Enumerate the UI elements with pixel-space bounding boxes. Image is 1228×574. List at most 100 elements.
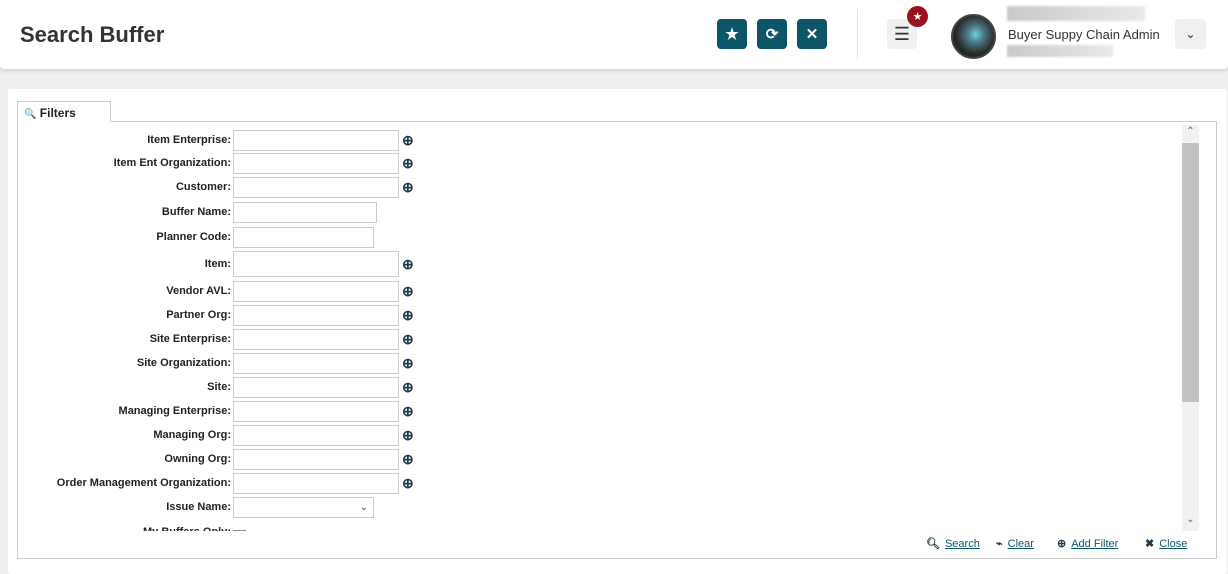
field-input[interactable] <box>233 176 399 198</box>
filter-row: Site Organization: ⊕ <box>18 352 414 374</box>
field-label: Item: <box>204 258 231 270</box>
field-label: Site Organization: <box>136 357 231 369</box>
close-icon: ✖ <box>1145 538 1155 550</box>
close-link[interactable]: ✖ Close <box>1145 537 1188 551</box>
filter-row: Partner Org: ⊕ <box>18 304 414 326</box>
lookup-zoom-icon[interactable]: ⊕ <box>402 403 414 420</box>
chevron-down-icon: ⌄ <box>1185 27 1196 41</box>
chevron-down-icon: ⌄ <box>359 501 368 513</box>
field-input[interactable] <box>233 251 399 277</box>
field-input[interactable] <box>233 376 399 398</box>
field-input[interactable] <box>233 280 399 302</box>
blurred-username <box>1007 6 1145 21</box>
field-input[interactable] <box>233 448 399 470</box>
field-input[interactable] <box>233 129 399 151</box>
divider <box>857 9 858 59</box>
favorite-button[interactable]: ★ <box>717 19 747 49</box>
clear-label: Clear <box>1007 537 1034 550</box>
lookup-zoom-icon[interactable]: ⊕ <box>402 355 414 372</box>
field-label: Item Ent Organization: <box>113 157 231 169</box>
field-input[interactable] <box>233 201 377 223</box>
issue-name-select[interactable]: ⌄ <box>233 496 374 518</box>
scroll-up-arrow[interactable]: ⌃ <box>1182 126 1199 143</box>
search-icon: 🔍 <box>24 109 37 120</box>
tab-filters[interactable]: 🔍 Filters <box>17 101 111 122</box>
filter-row: Managing Enterprise: ⊕ <box>18 400 414 422</box>
lookup-zoom-icon[interactable]: ⊕ <box>402 451 414 468</box>
filter-row: Item Ent Organization: ⊕ <box>18 152 414 174</box>
field-label: Partner Org: <box>166 309 231 321</box>
lookup-zoom-icon[interactable]: ⊕ <box>402 283 414 300</box>
close-button[interactable]: ✕ <box>797 19 827 49</box>
filter-row: Owning Org: ⊕ <box>18 448 414 470</box>
field-label: My Buffers Only: <box>18 526 233 531</box>
star-icon: ★ <box>725 26 739 43</box>
filter-row: Order Management Organization: ⊕ <box>18 472 414 494</box>
star-icon: ★ <box>912 11 923 23</box>
field-label: Customer: <box>175 181 231 193</box>
field-label: Site Enterprise: <box>149 333 231 345</box>
close-icon: ✕ <box>805 26 819 43</box>
tab-label: Filters <box>39 106 76 120</box>
add-filter-link[interactable]: ⊕ Add Filter <box>1057 537 1119 551</box>
clear-link[interactable]: ⌁ Clear <box>996 537 1034 551</box>
lookup-zoom-icon[interactable]: ⊕ <box>402 331 414 348</box>
lookup-zoom-icon[interactable]: ⊕ <box>402 307 414 324</box>
field-input[interactable] <box>233 424 399 446</box>
notification-badge[interactable]: ★ <box>907 6 928 27</box>
field-label: Managing Org: <box>153 429 231 441</box>
filter-row: Vendor AVL: ⊕ <box>18 280 414 302</box>
scrollbar-thumb[interactable] <box>1182 143 1199 402</box>
field-label: Vendor AVL: <box>166 285 231 297</box>
field-label: Buffer Name: <box>161 206 231 218</box>
field-label: Owning Org: <box>164 453 231 465</box>
broom-icon: ⌁ <box>996 538 1003 550</box>
field-label: Managing Enterprise: <box>118 405 231 417</box>
refresh-button[interactable]: ⟳ <box>757 19 787 49</box>
filter-row: Issue Name: ⌄ <box>18 496 374 518</box>
search-label: Search <box>944 537 980 550</box>
lookup-zoom-icon[interactable]: ⊕ <box>402 475 414 492</box>
lookup-zoom-icon[interactable]: ⊕ <box>402 179 414 196</box>
search-icon: 🔍︎ <box>926 538 940 550</box>
lookup-zoom-icon[interactable]: ⊕ <box>402 379 414 396</box>
lookup-zoom-icon[interactable]: ⊕ <box>402 427 414 444</box>
avatar[interactable] <box>951 14 996 59</box>
plus-circle-icon: ⊕ <box>1057 538 1067 550</box>
filter-row: Buffer Name: <box>18 201 377 223</box>
field-input[interactable] <box>233 472 399 494</box>
field-label: Item Enterprise: <box>147 134 231 146</box>
filter-row: My Buffers Only: <box>18 521 246 531</box>
filter-row: Customer: ⊕ <box>18 176 414 198</box>
filter-row: Planner Code: <box>18 226 374 248</box>
field-label: Issue Name: <box>166 501 231 513</box>
field-input[interactable] <box>233 152 399 174</box>
filter-row: Item Enterprise: ⊕ <box>18 129 414 151</box>
field-input[interactable] <box>233 328 399 350</box>
my-buffers-only-checkbox[interactable] <box>233 529 246 531</box>
scroll-down-arrow[interactable]: ⌄ <box>1182 514 1199 531</box>
page-title: Search Buffer <box>20 22 165 47</box>
user-menu-dropdown[interactable]: ⌄ <box>1175 19 1206 49</box>
lookup-zoom-icon[interactable]: ⊕ <box>402 256 414 273</box>
field-input[interactable] <box>233 226 374 248</box>
search-link[interactable]: 🔍︎ Search <box>926 537 980 551</box>
lookup-zoom-icon[interactable]: ⊕ <box>402 132 414 149</box>
filter-row: Item: ⊕ <box>18 251 414 277</box>
filter-row: Site Enterprise: ⊕ <box>18 328 414 350</box>
field-input[interactable] <box>233 304 399 326</box>
field-input[interactable] <box>233 352 399 374</box>
add-filter-label: Add Filter <box>1071 537 1119 550</box>
menu-icon: ☰ <box>893 23 911 44</box>
lookup-zoom-icon[interactable]: ⊕ <box>402 155 414 172</box>
filter-row: Site: ⊕ <box>18 376 414 398</box>
header: Search Buffer ★ ⟳ ✕ ☰ ★ Buyer Suppy Chai… <box>0 0 1228 69</box>
refresh-icon: ⟳ <box>765 26 779 43</box>
field-label: Planner Code: <box>156 231 231 243</box>
field-input[interactable] <box>233 400 399 422</box>
filter-form: Item Enterprise: ⊕ Item Ent Organization: ⊕… <box>18 127 1182 531</box>
close-label: Close <box>1159 537 1188 550</box>
user-role: Buyer Suppy Chain Admin <box>1008 27 1160 42</box>
field-label: Site: <box>207 381 231 393</box>
field-label: Order Management Organization: <box>56 477 231 489</box>
